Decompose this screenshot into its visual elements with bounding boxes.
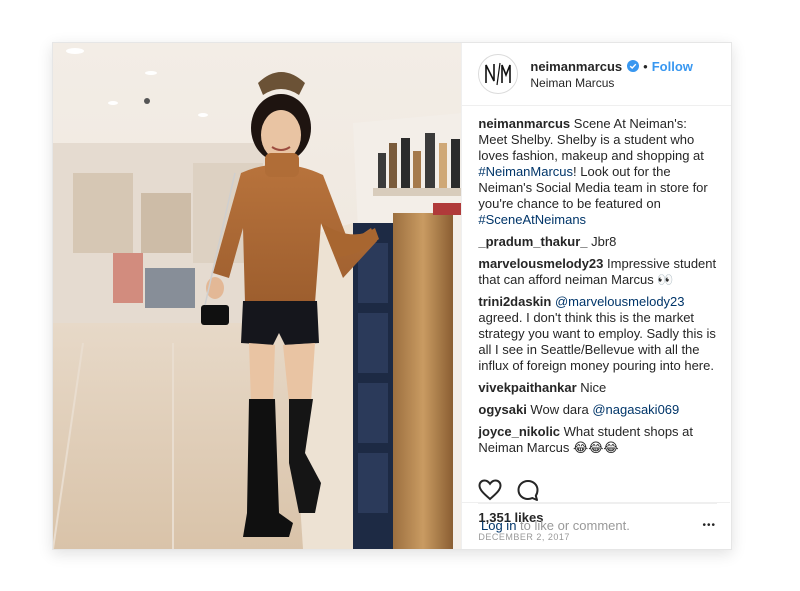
comment-username[interactable]: marvelousmelody23 — [478, 256, 603, 271]
comment-text: agreed. I don't think this is the market… — [478, 310, 716, 373]
comment-text: Nice — [576, 380, 607, 395]
post-header: neimanmarcus • Follow Neiman Marcus — [462, 43, 731, 106]
avatar[interactable] — [478, 54, 519, 94]
comment-item: neimanmarcus Scene At Neiman's: Meet She… — [478, 116, 717, 228]
comment-item: joyce_nikolic What student shops at Neim… — [478, 424, 717, 456]
display-name: Neiman Marcus — [530, 75, 615, 90]
header-text: neimanmarcus • Follow Neiman Marcus — [530, 59, 693, 90]
post-actions — [478, 479, 540, 503]
comment-link[interactable]: #SceneAtNeimans — [478, 212, 586, 227]
comment-link[interactable]: @nagasaki069 — [592, 402, 679, 417]
comment-item: ogysaki Wow dara @nagasaki069 — [478, 402, 717, 418]
comment-text: Wow dara — [526, 402, 593, 417]
comment-username[interactable]: _pradum_thakur_ — [478, 234, 587, 249]
separator-dot: • — [643, 58, 648, 74]
comment-username[interactable]: ogysaki — [478, 402, 526, 417]
comment-link[interactable]: @marvelousmelody23 — [555, 294, 685, 309]
heart-icon[interactable] — [478, 479, 502, 501]
login-link[interactable]: Log in — [481, 518, 516, 533]
post-side-panel: neimanmarcus • Follow Neiman Marcus neim… — [461, 43, 731, 549]
username-link[interactable]: neimanmarcus — [530, 59, 622, 74]
post-footer: Log in to like or comment. ••• — [462, 502, 730, 548]
comment-username[interactable]: vivekpaithankar — [478, 380, 576, 395]
comment-link[interactable]: #NeimanMarcus — [478, 164, 573, 179]
comment-item: _pradum_thakur_ Jbr8 — [478, 234, 717, 250]
login-prompt: Log in to like or comment. — [481, 518, 630, 533]
comments-list[interactable]: neimanmarcus Scene At Neiman's: Meet She… — [478, 116, 717, 473]
comment-item: trini2daskin @marvelousmelody23 agreed. … — [478, 294, 717, 374]
store-scene-illustration — [53, 43, 462, 549]
post-photo[interactable] — [53, 43, 462, 549]
more-options-icon[interactable]: ••• — [702, 520, 716, 531]
login-text: to like or comment. — [516, 518, 630, 533]
comment-item: marvelousmelody23 Impressive student tha… — [478, 256, 717, 288]
follow-button[interactable]: Follow — [652, 59, 693, 74]
comment-username[interactable]: trini2daskin — [478, 294, 551, 309]
comment-item: vivekpaithankar Nice — [478, 380, 717, 396]
header-row: neimanmarcus • Follow — [530, 59, 693, 74]
instagram-post-embed: neimanmarcus • Follow Neiman Marcus neim… — [52, 42, 732, 550]
comment-text: Jbr8 — [587, 234, 617, 249]
verified-badge-icon — [627, 60, 640, 72]
comment-username[interactable]: joyce_nikolic — [478, 424, 560, 439]
neiman-marcus-logo — [485, 62, 512, 86]
comment-icon[interactable] — [516, 479, 540, 503]
comment-username[interactable]: neimanmarcus — [478, 116, 570, 131]
